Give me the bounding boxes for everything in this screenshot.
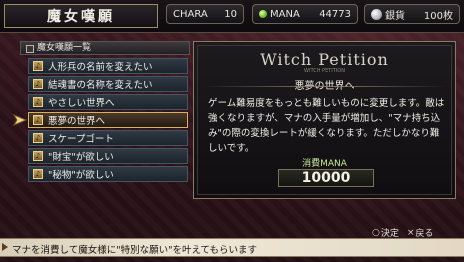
divider (202, 86, 447, 87)
mana-counter: MANA 44773 (252, 4, 358, 24)
mana-icon (259, 10, 267, 18)
chara-label: CHARA (173, 8, 208, 20)
list-item-label: スケープゴート (48, 134, 114, 145)
petition-detail-panel: Witch Petition WITCH PETITION 悪夢の世界へ ゲーム… (193, 41, 456, 199)
list-item[interactable]: ♪ "財宝"が欲しい (28, 148, 188, 164)
list-item[interactable]: ♪ "秘物"が欲しい (28, 166, 188, 182)
list-item-label: "財宝"が欲しい (48, 152, 114, 163)
help-arrow-icon (2, 243, 8, 251)
detail-description: ゲーム難易度をもっとも難しいものに変更します。敵は強くなりますが、マナの入手量が… (208, 98, 445, 154)
list-item-label: "秘物"が欲しい (48, 170, 114, 181)
mana-value: 44773 (319, 8, 351, 20)
chara-counter: CHARA 10 (166, 4, 244, 24)
list-item-label: 人形兵の名前を変えたい (48, 62, 153, 73)
detail-petition-name: 悪夢の世界へ (194, 77, 455, 92)
mana-cost-value: 10000 (278, 169, 374, 187)
detail-subheading: WITCH PETITION (304, 68, 345, 74)
cross-button-icon: × (406, 227, 415, 238)
currency-label: 銀貨 (385, 10, 405, 22)
list-item-selected[interactable]: ♪ 悪夢の世界へ (13, 112, 188, 128)
silver-coin-icon (371, 8, 382, 20)
petition-icon: ♪ (33, 151, 43, 161)
list-item-label: やさしい世界へ (48, 98, 115, 109)
currency-value: 100枚 (423, 10, 453, 22)
petition-icon: ♪ (33, 97, 43, 107)
petition-icon: ♪ (33, 115, 43, 125)
help-text: マナを消費して魔女様に"特別な願い"を叶えてもらいます (12, 245, 258, 256)
list-item-label: 悪夢の世界へ (48, 116, 106, 127)
list-item[interactable]: ♪ 結魂書の名称を変えたい (28, 76, 188, 92)
petition-icon: ♪ (33, 79, 43, 89)
list-item[interactable]: ♪ 人形兵の名前を変えたい (28, 58, 188, 74)
chara-value: 10 (224, 8, 237, 20)
page-title: 魔女嘆願 (4, 4, 158, 28)
currency-counter: 銀貨 100枚 (364, 4, 460, 24)
petition-icon: ♪ (33, 169, 43, 179)
witch-petition-screen: 魔女嘆願 CHARA 10 MANA 44773 銀貨 100枚 魔女嘆願一覧 … (0, 0, 464, 262)
petition-list-title: 魔女嘆願一覧 (20, 41, 190, 55)
mana-label: MANA (270, 8, 300, 20)
circle-button-icon: ○ (372, 227, 380, 238)
mana-cost-label: 消費MANA (302, 159, 347, 169)
detail-heading: Witch Petition (260, 50, 389, 69)
list-item-label: 結魂書の名称を変えたい (48, 80, 153, 91)
petition-icon: ♪ (33, 61, 43, 71)
petition-list: 魔女嘆願一覧 ♪ 人形兵の名前を変えたい ♪ 結魂書の名称を変えたい ♪ やさし… (13, 41, 190, 191)
list-item[interactable]: ♪ やさしい世界へ (28, 94, 188, 110)
list-item[interactable]: ♪ スケープゴート (28, 130, 188, 146)
top-bar: 魔女嘆願 CHARA 10 MANA 44773 銀貨 100枚 (0, 0, 464, 33)
petition-icon: ♪ (33, 133, 43, 143)
help-bar: マナを消費して魔女様に"特別な願い"を叶えてもらいます (0, 238, 464, 257)
cursor-arrow-icon (13, 114, 27, 126)
